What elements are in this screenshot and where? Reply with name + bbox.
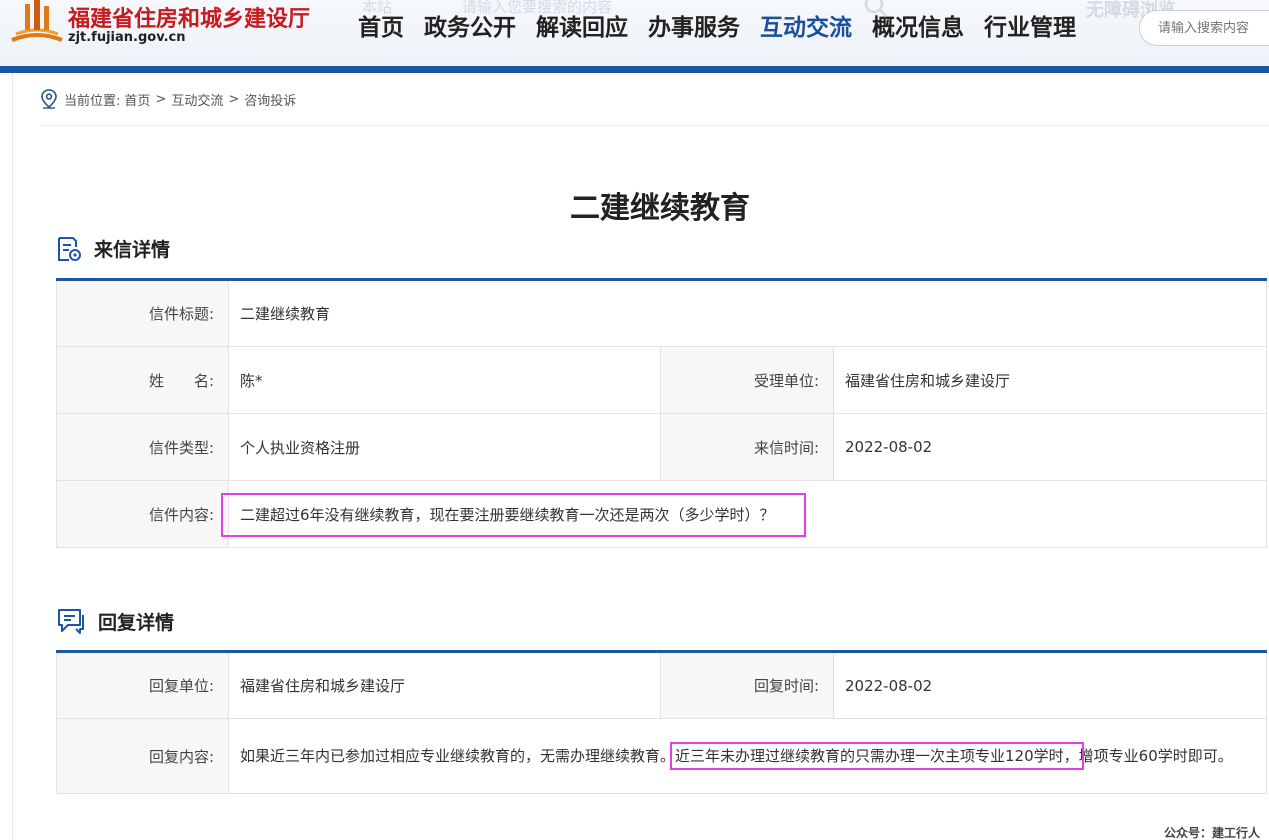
letter-time-label: 来信时间: [660, 413, 834, 481]
table-row: 信件类型: 个人执业资格注册 来信时间: 2022-08-02 [56, 413, 1268, 481]
breadcrumb-separator: > [155, 91, 167, 107]
breadcrumb-separator: > [228, 91, 240, 107]
search-input[interactable] [1139, 10, 1269, 46]
breadcrumb-divider [40, 125, 1269, 126]
dept-value: 福建省住房和城乡建设厅 [832, 346, 1268, 414]
nav-services[interactable]: 办事服务 [648, 8, 740, 42]
dept-label: 受理单位: [660, 346, 834, 414]
header-divider-bar [0, 66, 1269, 73]
letter-title-label: 信件标题: [56, 279, 229, 347]
reply-content-part2: 增项专业60学时即可。 [1078, 747, 1233, 765]
reply-content-label: 回复内容: [56, 718, 229, 794]
document-view-icon [58, 236, 81, 261]
reply-unit-label: 回复单位: [56, 651, 229, 719]
reply-content-highlight: 近三年未办理过继续教育的只需办理一次主项专业120学时， [670, 742, 1084, 770]
breadcrumb-interaction[interactable]: 互动交流 [171, 90, 223, 109]
page-title: 二建继续教育 [570, 191, 750, 226]
location-pin-icon [41, 89, 57, 109]
letter-type-value: 个人执业资格注册 [228, 413, 661, 481]
chat-bubble-icon [58, 609, 84, 634]
nav-industry[interactable]: 行业管理 [984, 8, 1076, 42]
table-row: 回复内容: 如果近三年内已参加过相应专业继续教育的，无需办理继续教育。近三年未办… [56, 718, 1267, 794]
letter-section-heading: 来信详情 [56, 235, 170, 262]
reply-section-heading: 回复详情 [56, 607, 174, 635]
breadcrumb-home[interactable]: 首页 [124, 90, 150, 109]
table-row: 姓 名: 陈* 受理单位: 福建省住房和城乡建设厅 [56, 346, 1268, 414]
site-header: 本站 请输入您要搜索的内容 无障碍浏览 福建省住房和城乡建设厅 zjt.fuji… [0, 0, 1269, 66]
table-row: 信件标题: 二建继续教育 [56, 279, 1268, 347]
nav-gov-affairs[interactable]: 政务公开 [424, 8, 516, 42]
reply-time-value: 2022-08-02 [833, 651, 1267, 719]
name-value: 陈* [228, 346, 661, 414]
nav-home[interactable]: 首页 [358, 8, 404, 42]
letter-content-label: 信件内容: [56, 480, 229, 548]
letter-details-table: 信件标题: 二建继续教育 姓 名: 陈* 受理单位: 福建省住房和城乡建设厅 信… [56, 278, 1268, 548]
letter-type-label: 信件类型: [56, 413, 229, 481]
letter-title-value: 二建继续教育 [227, 279, 1268, 347]
main-nav: 首页 政务公开 解读回应 办事服务 互动交流 概况信息 行业管理 [358, 8, 1096, 42]
site-name[interactable]: 福建省住房和城乡建设厅 [68, 1, 310, 33]
letter-section-title: 来信详情 [94, 239, 171, 261]
reply-time-label: 回复时间: [660, 651, 834, 719]
nav-interpretation[interactable]: 解读回应 [536, 8, 628, 42]
site-url: zjt.fujian.gov.cn [68, 30, 186, 45]
letter-content-cell: 二建超过6年没有继续教育，现在要注册要继续教育一次还是两次（多少学时）？ [221, 480, 1268, 548]
table-row: 信件内容: 二建超过6年没有继续教育，现在要注册要继续教育一次还是两次（多少学时… [56, 480, 1268, 548]
breadcrumb-consult[interactable]: 咨询投诉 [244, 90, 296, 109]
breadcrumb-prefix: 当前位置: [64, 93, 121, 109]
nav-interaction[interactable]: 互动交流 [760, 8, 852, 42]
breadcrumb: 当前位置: 首页 > 互动交流 > 咨询投诉 [40, 88, 296, 110]
reply-section-title: 回复详情 [98, 611, 175, 634]
reply-content-part1: 如果近三年内已参加过相应专业继续教育的，无需办理继续教育。 [240, 747, 676, 765]
letter-time-value: 2022-08-02 [832, 413, 1268, 481]
reply-unit-value: 福建省住房和城乡建设厅 [228, 651, 661, 719]
reply-content-value: 如果近三年内已参加过相应专业继续教育的，无需办理继续教育。近三年未办理过继续教育… [228, 718, 1267, 794]
site-logo-icon[interactable] [8, 0, 66, 44]
name-label: 姓 名: [56, 346, 229, 414]
letter-content-value: 二建超过6年没有继续教育，现在要注册要继续教育一次还是两次（多少学时）？ [221, 492, 806, 537]
reply-details-table: 回复单位: 福建省住房和城乡建设厅 回复时间: 2022-08-02 回复内容:… [56, 650, 1267, 794]
wechat-watermark: 公众号：建工行人 [1164, 826, 1261, 840]
table-row: 回复单位: 福建省住房和城乡建设厅 回复时间: 2022-08-02 [56, 651, 1267, 719]
search-icon[interactable] [864, 0, 888, 18]
